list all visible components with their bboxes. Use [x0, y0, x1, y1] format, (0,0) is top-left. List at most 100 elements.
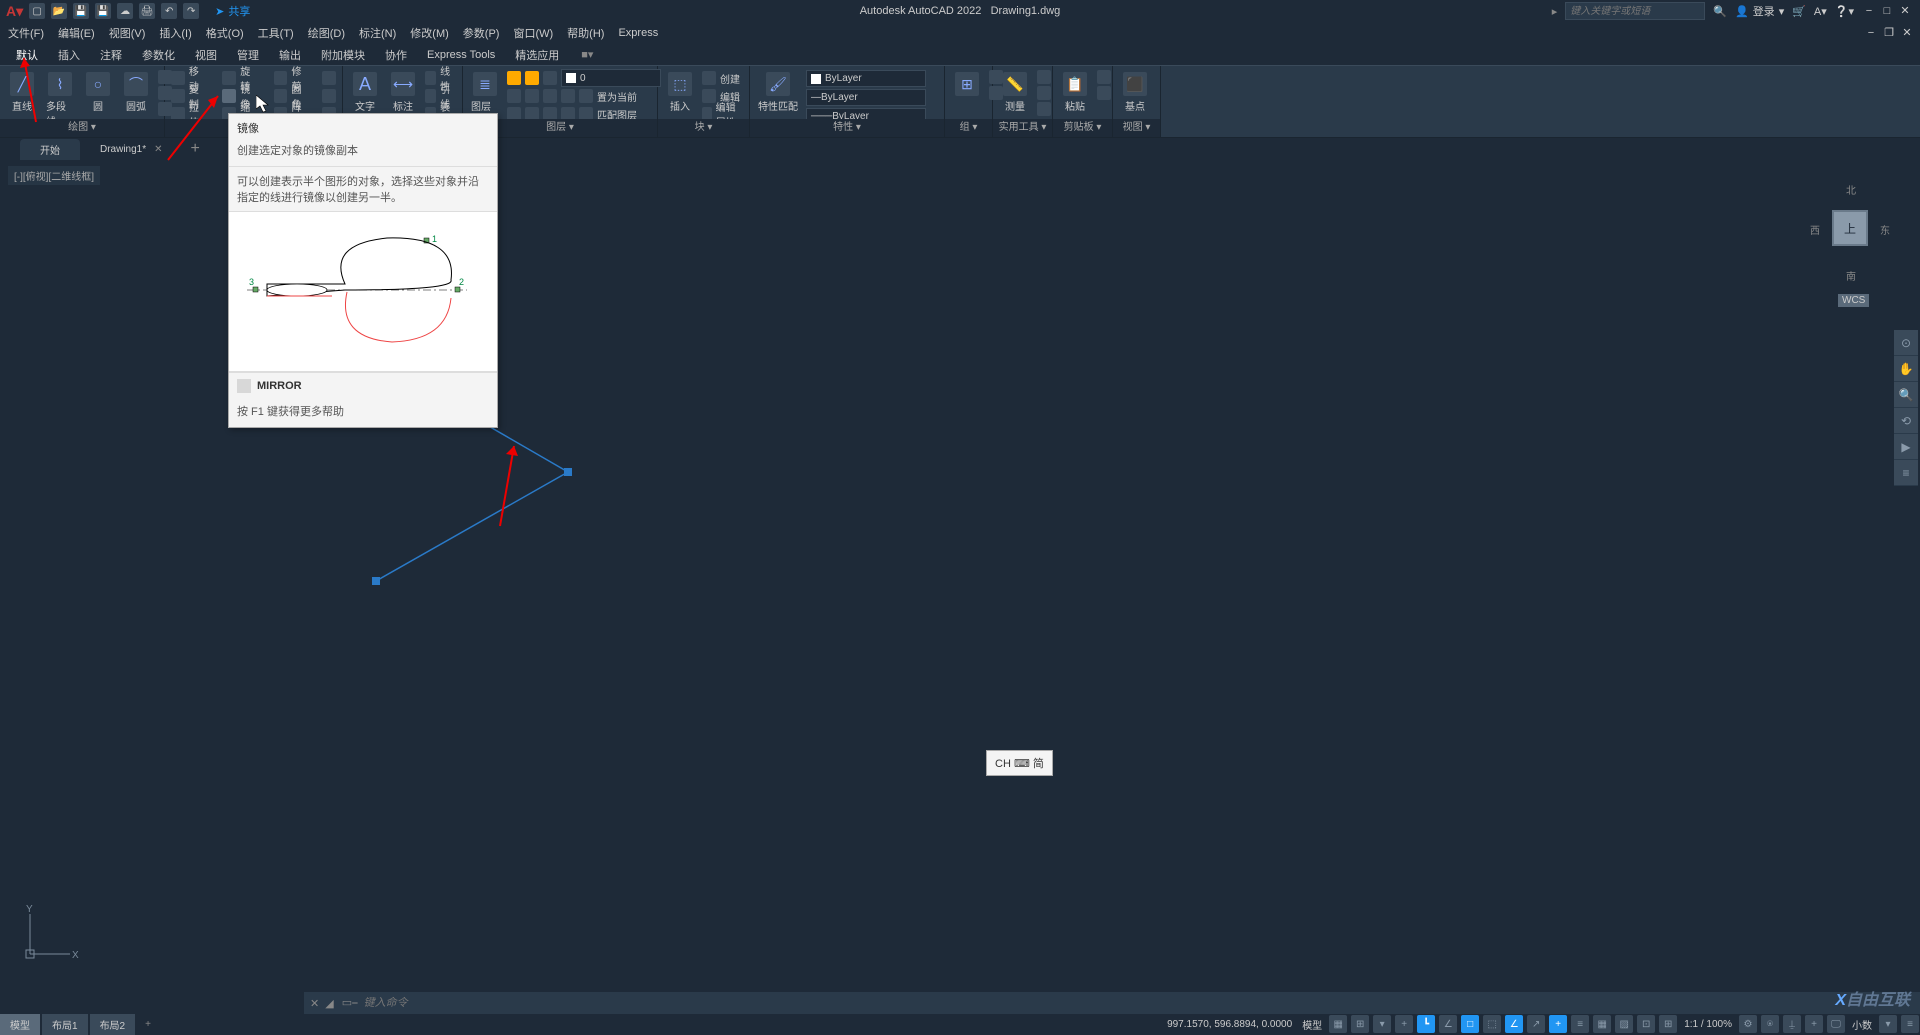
minimize-icon[interactable]: − [1862, 4, 1876, 18]
tab-insert[interactable]: 插入 [54, 45, 84, 65]
cart-icon[interactable]: 🛒 [1792, 5, 1806, 18]
orbit-icon[interactable]: ⟲ [1894, 408, 1918, 434]
linear-icon[interactable] [425, 71, 436, 85]
leader-icon[interactable] [425, 89, 436, 103]
grid-toggle[interactable]: ▦ [1329, 1015, 1347, 1033]
fullnav-icon[interactable]: ⊙ [1894, 330, 1918, 356]
status-more-icon[interactable]: ▾ [1879, 1015, 1897, 1033]
lineweight-dropdown[interactable]: — ByLayer [806, 89, 926, 106]
matchprop-button[interactable]: 🖌特性匹配 [756, 70, 800, 115]
extend-icon[interactable] [322, 71, 336, 85]
sun-icon[interactable] [525, 71, 539, 85]
base-button[interactable]: ⬛基点 [1119, 70, 1151, 115]
measure-button[interactable]: 📏测量 [999, 70, 1031, 115]
dyninput-toggle[interactable]: + [1549, 1015, 1567, 1033]
panel-base-label[interactable]: 视图 [1113, 119, 1160, 137]
viewport-label[interactable]: [-][俯视][二维线框] [8, 166, 100, 185]
doc-close-icon[interactable]: ✕ [1900, 26, 1914, 40]
doc-minimize-icon[interactable]: − [1864, 26, 1878, 40]
ws-icon[interactable]: + [1805, 1015, 1823, 1033]
panel-util-label[interactable]: 实用工具 [993, 119, 1052, 137]
viewcube[interactable]: 北 南 西 东 上 WCS [1810, 170, 1890, 300]
layout2-tab[interactable]: 布局2 [90, 1014, 136, 1035]
tab-start[interactable]: 开始 [20, 139, 80, 160]
panel-group-label[interactable]: 组 [945, 119, 992, 137]
model-tab[interactable]: 模型 [0, 1014, 40, 1035]
menu-format[interactable]: 格式(O) [206, 25, 244, 41]
qat-undo-icon[interactable]: ↶ [161, 3, 177, 19]
bulb-icon[interactable] [507, 71, 521, 85]
selection-toggle[interactable]: ▨ [1615, 1015, 1633, 1033]
tab-collab[interactable]: 协作 [381, 45, 411, 65]
showmotion-icon[interactable]: ▶ [1894, 434, 1918, 460]
lock-icon[interactable] [543, 71, 557, 85]
panel-block-label[interactable]: 块 [658, 119, 749, 137]
search-icon[interactable]: 🔍 [1713, 5, 1727, 18]
rotate-icon[interactable] [222, 71, 236, 85]
tab-featured[interactable]: 精选应用 [511, 45, 563, 65]
autocad-logo[interactable]: A▾ [6, 3, 23, 20]
tab-output[interactable]: 输出 [275, 45, 305, 65]
transparency-toggle[interactable]: ▦ [1593, 1015, 1611, 1033]
move-icon[interactable] [171, 71, 185, 85]
tab-view[interactable]: 视图 [191, 45, 221, 65]
menu-file[interactable]: 文件(F) [8, 25, 44, 41]
menu-help[interactable]: 帮助(H) [567, 25, 604, 41]
create-block-icon[interactable] [702, 71, 716, 85]
text-button[interactable]: A文字 [349, 70, 381, 115]
tab-manage[interactable]: 管理 [233, 45, 263, 65]
menu-draw[interactable]: 绘图(D) [308, 25, 345, 41]
calc-icon[interactable] [1037, 70, 1051, 84]
cut-icon[interactable] [1097, 70, 1111, 84]
panel-props-label[interactable]: 特性 [750, 119, 944, 137]
infer-toggle[interactable]: ▾ [1373, 1015, 1391, 1033]
share-button[interactable]: ➤ 共享 [215, 3, 250, 19]
menu-insert[interactable]: 插入(I) [159, 25, 191, 41]
circle-button[interactable]: ○圆 [82, 70, 114, 115]
setcurrent-icon[interactable] [579, 89, 593, 103]
units-label[interactable]: 小数 [1848, 1015, 1876, 1034]
customize-icon[interactable]: ≡ [1901, 1015, 1919, 1033]
qat-save-icon[interactable]: 💾 [73, 3, 89, 19]
ducs-toggle[interactable]: ↗ [1527, 1015, 1545, 1033]
status-scale[interactable]: 1:1 / 100% [1680, 1017, 1736, 1032]
qp-toggle[interactable]: ⊡ [1637, 1015, 1655, 1033]
tab-parametric[interactable]: 参数化 [138, 45, 179, 65]
layer-dropdown[interactable]: 0 [561, 69, 661, 87]
layout1-tab[interactable]: 布局1 [42, 1014, 88, 1035]
snap-toggle[interactable]: ⊞ [1351, 1015, 1369, 1033]
gear-icon[interactable]: ⚙ [1739, 1015, 1757, 1033]
qat-open-icon[interactable]: 📂 [51, 3, 67, 19]
chamfer-icon[interactable] [322, 89, 336, 103]
qat-redo-icon[interactable]: ↷ [183, 3, 199, 19]
nav-more-icon[interactable]: ≡ [1894, 460, 1918, 486]
layer-item-icon[interactable] [507, 89, 521, 103]
tab-express[interactable]: Express Tools [423, 47, 499, 63]
help-icon[interactable]: ❔▾ [1835, 5, 1854, 18]
monitor-icon[interactable]: 🖵 [1827, 1015, 1845, 1033]
cmd-input[interactable] [364, 997, 1912, 1009]
menu-tools[interactable]: 工具(T) [258, 25, 294, 41]
dim-button[interactable]: ⟷标注 [387, 70, 419, 115]
arc-button[interactable]: ⌒圆弧 [120, 70, 152, 115]
paste-button[interactable]: 📋粘贴 [1059, 70, 1091, 115]
menu-window[interactable]: 窗口(W) [513, 25, 553, 41]
pan-icon[interactable]: ✋ [1894, 356, 1918, 382]
group-button[interactable]: ⊞ [951, 70, 983, 98]
menu-modify[interactable]: 修改(M) [410, 25, 449, 41]
osnap-toggle[interactable]: □ [1461, 1015, 1479, 1033]
fillet-icon[interactable] [274, 89, 288, 103]
status-model[interactable]: 模型 [1298, 1015, 1326, 1034]
dyn-toggle[interactable]: + [1395, 1015, 1413, 1033]
menu-view[interactable]: 视图(V) [109, 25, 146, 41]
layout-add-icon[interactable]: + [137, 1019, 159, 1030]
3dosnap-toggle[interactable]: ⬚ [1483, 1015, 1501, 1033]
app-menu-icon[interactable]: A▾ [1814, 5, 1827, 18]
viewcube-top[interactable]: 上 [1832, 210, 1868, 246]
maximize-icon[interactable]: □ [1880, 4, 1894, 18]
annoscale-icon[interactable]: ⍟ [1761, 1015, 1779, 1033]
close-icon[interactable]: ✕ [1898, 4, 1912, 18]
qat-saveas-icon[interactable]: 💾 [95, 3, 111, 19]
ribbon-expand-icon[interactable]: ■▾ [581, 48, 593, 61]
polar-toggle[interactable]: ∠ [1439, 1015, 1457, 1033]
